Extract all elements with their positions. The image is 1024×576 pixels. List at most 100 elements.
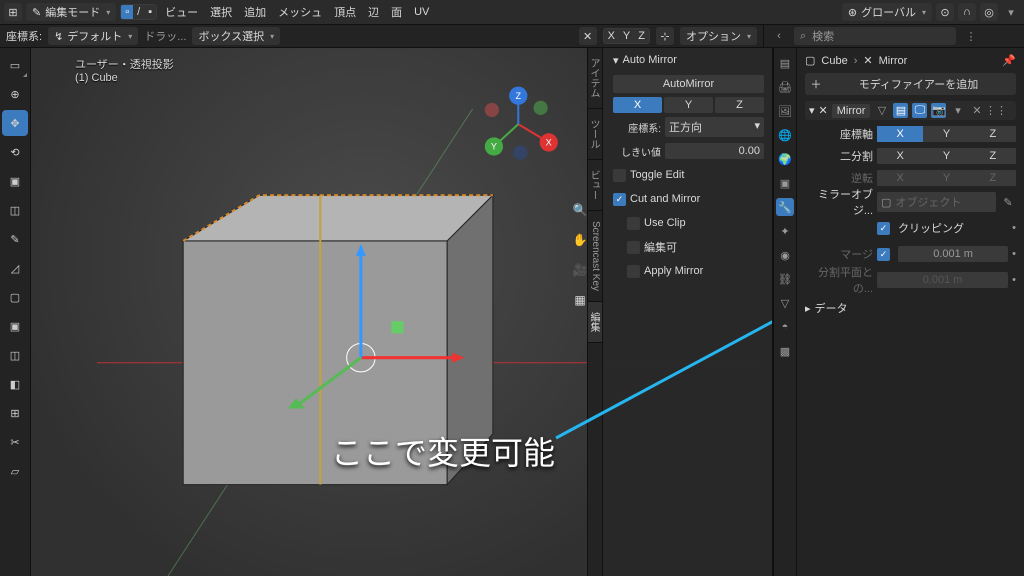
tool-add-cube[interactable]: ▢ — [2, 284, 28, 310]
ptab-data[interactable]: ▽ — [776, 294, 794, 312]
mirror-object-field[interactable]: ▢ オブジェクト — [877, 192, 996, 212]
toggle-edit-checkbox[interactable]: Toggle Edit — [613, 165, 764, 185]
snap-button[interactable]: ∩ — [958, 3, 976, 21]
tool-scale[interactable]: ▣ — [2, 168, 28, 194]
automirror-axis-y[interactable]: Y — [664, 97, 713, 113]
ptab-world[interactable]: 🌍 — [776, 150, 794, 168]
vtab-item[interactable]: アイテム — [588, 48, 602, 109]
flip-x[interactable]: X — [877, 170, 923, 186]
menu-edge[interactable]: 辺 — [364, 4, 383, 20]
merge-field[interactable]: 0.001 m — [898, 246, 1008, 262]
use-clip-checkbox[interactable]: Use Clip — [613, 213, 764, 233]
ptab-material[interactable]: ◓ — [776, 318, 794, 336]
bisect-y[interactable]: Y — [923, 148, 969, 164]
tool-move[interactable]: ✥ — [2, 110, 28, 136]
search-input[interactable]: ⌕ 検索 — [794, 27, 956, 45]
cut-and-mirror-checkbox[interactable]: ✓Cut and Mirror — [613, 189, 764, 209]
tool-measure[interactable]: ◿ — [2, 255, 28, 281]
mod-render-icon[interactable]: 📷 — [931, 103, 946, 118]
coord-system-dropdown[interactable]: ↯ デフォルト ▾ — [48, 27, 138, 45]
options-popover[interactable]: オプション ▾ — [680, 27, 757, 45]
ptab-render[interactable]: ▤ — [776, 54, 794, 72]
vtab-tool[interactable]: ツール — [588, 109, 602, 160]
add-modifier-button[interactable]: ＋ モディファイアーを追加 — [805, 73, 1016, 95]
face-select-icon[interactable]: ▪ — [144, 5, 156, 19]
tool-extrude[interactable]: ▣ — [2, 313, 28, 339]
mode-dropdown[interactable]: ✎ 編集モード ▾ — [26, 3, 116, 21]
viewport-3d[interactable]: ユーザー・透視投影 (1) Cube — [31, 48, 773, 576]
axis-z[interactable]: Z — [634, 29, 649, 43]
tool-poly[interactable]: ▱ — [2, 458, 28, 484]
ptab-scene[interactable]: 🌐 — [776, 126, 794, 144]
butterfly-icon[interactable]: ✕ — [579, 27, 597, 45]
bisect-dist-field[interactable]: 0.001 m — [877, 272, 1008, 288]
tool-knife[interactable]: ✂ — [2, 429, 28, 455]
filter-icon[interactable]: ⋮ — [962, 27, 980, 45]
automirror-coord-dropdown[interactable]: 正方向▾ — [665, 117, 764, 137]
menu-add[interactable]: 追加 — [240, 4, 270, 20]
axis-y[interactable]: Y — [619, 29, 634, 43]
axis-z[interactable]: Z — [970, 126, 1016, 142]
mod-grip-icon[interactable]: ⋮⋮ — [988, 103, 1003, 118]
proportional-button[interactable]: ◎ — [980, 3, 998, 21]
mod-realtime-icon[interactable]: 🖵 — [912, 103, 927, 118]
axis-toggle[interactable]: X Y Z — [603, 28, 650, 44]
orientation-dropdown[interactable]: ⊛ グローバル ▾ — [842, 3, 932, 21]
menu-vertex[interactable]: 頂点 — [330, 4, 360, 20]
threshold-field[interactable]: 0.00 — [665, 143, 764, 159]
pin-icon[interactable]: 📌 — [1002, 54, 1016, 67]
edge-select-icon[interactable]: / — [133, 5, 144, 19]
vertex-select-icon[interactable]: ▫ — [121, 5, 133, 19]
axis-x[interactable]: X — [604, 29, 619, 43]
automirror-button[interactable]: AutoMirror — [613, 75, 764, 93]
axis-x[interactable]: X — [877, 126, 923, 142]
expose-dot-icon[interactable]: • — [1012, 248, 1016, 260]
expose-dot-icon[interactable]: • — [1012, 274, 1016, 286]
ptab-output[interactable]: 🖨 — [776, 78, 794, 96]
menu-mesh[interactable]: メッシュ — [274, 4, 326, 20]
automirror-axis-z[interactable]: Z — [715, 97, 764, 113]
tool-annotate[interactable]: ✎ — [2, 226, 28, 252]
tool-cursor[interactable]: ⊕ — [2, 81, 28, 107]
ptab-constraints[interactable]: ⛓ — [776, 270, 794, 288]
flip-z[interactable]: Z — [970, 170, 1016, 186]
chevron-down-icon[interactable]: ▾ — [613, 54, 619, 67]
bisect-x[interactable]: X — [877, 148, 923, 164]
mod-on-cage-icon[interactable]: ▽ — [874, 103, 889, 118]
tool-transform[interactable]: ◫ — [2, 197, 28, 223]
expose-dot-icon[interactable]: • — [1012, 222, 1016, 234]
bisect-z[interactable]: Z — [970, 148, 1016, 164]
chevron-down-icon[interactable]: ▾ — [809, 104, 815, 117]
ptab-object[interactable]: ▣ — [776, 174, 794, 192]
tool-loopcut[interactable]: ⊞ — [2, 400, 28, 426]
axis-y[interactable]: Y — [923, 126, 969, 142]
tool-rotate[interactable]: ⟲ — [2, 139, 28, 165]
ptab-physics[interactable]: ◉ — [776, 246, 794, 264]
merge-checkbox[interactable]: ✓ — [877, 248, 890, 261]
mod-edit-mode-icon[interactable]: ▤ — [893, 103, 908, 118]
eyedropper-icon[interactable]: ✎ — [1000, 194, 1016, 210]
mod-extras-chevron[interactable]: ▾ — [950, 103, 965, 118]
gizmo-button[interactable]: ⊹ — [656, 27, 674, 45]
menu-uv[interactable]: UV — [410, 6, 433, 18]
menu-select[interactable]: 選択 — [206, 4, 236, 20]
data-subpanel-header[interactable]: ▸ データ — [805, 300, 1016, 316]
ptab-view[interactable]: 🖼 — [776, 102, 794, 120]
ptab-modifier[interactable]: 🔧 — [776, 198, 794, 216]
extra-chevron[interactable]: ▾ — [1002, 3, 1020, 21]
vtab-view[interactable]: ビュー — [588, 160, 602, 211]
editor-type-button[interactable]: ⊞ — [4, 3, 22, 21]
ptab-particles[interactable]: ✦ — [776, 222, 794, 240]
breadcrumb-object[interactable]: Cube — [821, 55, 847, 67]
mesh-select-mode[interactable]: ▫ / ▪ — [120, 4, 157, 20]
modifier-name-field[interactable]: Mirror — [832, 104, 871, 118]
select-mode-dropdown[interactable]: ボックス選択 ▾ — [192, 27, 280, 45]
back-icon[interactable]: ‹ — [770, 27, 788, 45]
breadcrumb-modifier[interactable]: Mirror — [879, 55, 908, 67]
pivot-button[interactable]: ⊙ — [936, 3, 954, 21]
mod-delete-icon[interactable]: ✕ — [969, 103, 984, 118]
clipping-checkbox[interactable]: ✓ — [877, 222, 890, 235]
menu-view[interactable]: ビュー — [161, 4, 202, 20]
tool-select[interactable]: ▭ — [2, 52, 28, 78]
tool-inset[interactable]: ◫ — [2, 342, 28, 368]
